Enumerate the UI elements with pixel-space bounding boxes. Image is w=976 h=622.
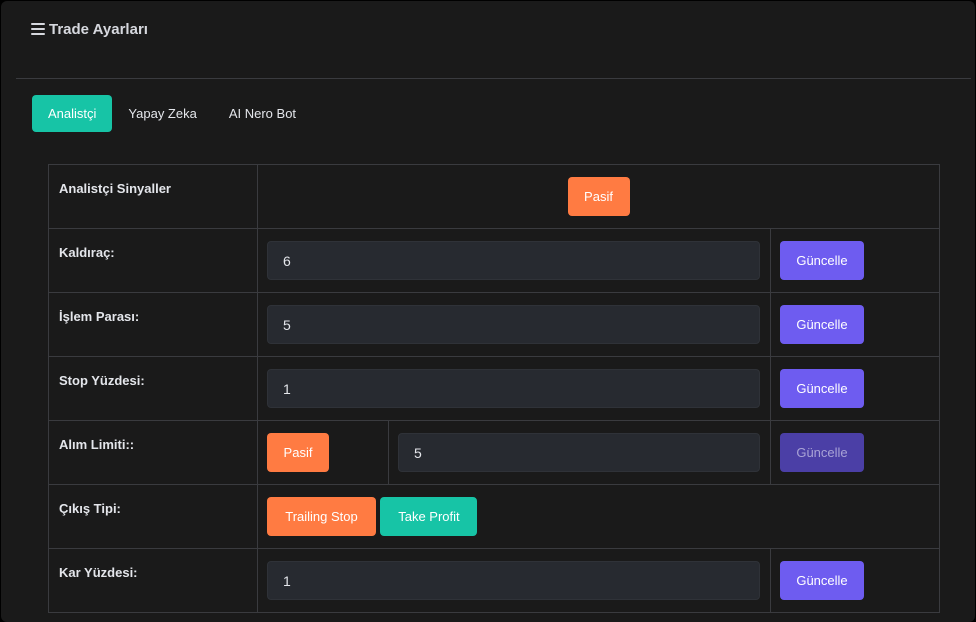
row-label: İşlem Parası: — [48, 292, 258, 357]
buy-limit-update-button[interactable]: Güncelle — [780, 433, 864, 472]
menu-icon[interactable] — [31, 23, 45, 35]
stop-percent-update-button[interactable]: Güncelle — [780, 369, 864, 408]
row-buy-limit: Alım Limiti:: Pasif 5 Güncelle — [48, 420, 940, 485]
page-title: Trade Ayarları — [49, 20, 148, 38]
trailing-stop-button[interactable]: Trailing Stop — [267, 497, 376, 536]
header-divider — [16, 78, 971, 79]
leverage-update-button[interactable]: Güncelle — [780, 241, 864, 280]
tab-analistci[interactable]: Analistçi — [32, 95, 113, 132]
tab-ai-nero-bot[interactable]: AI Nero Bot — [213, 95, 312, 132]
buy-limit-status-button[interactable]: Pasif — [267, 433, 329, 472]
row-leverage: Kaldıraç: 6 Güncelle — [48, 228, 940, 293]
signals-status-button[interactable]: Pasif — [567, 177, 630, 216]
row-stop-percent: Stop Yüzdesi: 1 Güncelle — [48, 356, 940, 421]
page-header: Trade Ayarları — [31, 17, 148, 41]
profit-percent-input[interactable]: 1 — [267, 561, 760, 600]
buy-limit-input[interactable]: 5 — [398, 433, 760, 472]
row-label: Stop Yüzdesi: — [48, 356, 258, 421]
row-exit-type: Çıkış Tipi: Trailing Stop Take Profit — [48, 484, 940, 549]
row-profit-percent: Kar Yüzdesi: 1 Güncelle — [48, 548, 940, 613]
settings-card: Trade Ayarları Analistçi Yapay Zeka AI N… — [1, 1, 975, 622]
row-label: Çıkış Tipi: — [48, 484, 258, 549]
profit-percent-update-button[interactable]: Güncelle — [780, 561, 864, 600]
stop-percent-input[interactable]: 1 — [267, 369, 760, 408]
row-label: Kar Yüzdesi: — [48, 548, 258, 613]
tab-yapay-zeka[interactable]: Yapay Zeka — [112, 95, 212, 132]
take-profit-button[interactable]: Take Profit — [380, 497, 478, 536]
row-trade-amount: İşlem Parası: 5 Güncelle — [48, 292, 940, 357]
trade-amount-update-button[interactable]: Güncelle — [780, 305, 864, 344]
row-label: Kaldıraç: — [48, 228, 258, 293]
leverage-input[interactable]: 6 — [267, 241, 760, 280]
settings-table: Analistçi Sinyaller Pasif Kaldıraç: 6 Gü… — [48, 164, 940, 613]
trade-amount-input[interactable]: 5 — [267, 305, 760, 344]
row-label: Analistçi Sinyaller — [48, 164, 258, 229]
row-label: Alım Limiti:: — [48, 420, 258, 485]
tab-bar: Analistçi Yapay Zeka AI Nero Bot — [32, 95, 312, 132]
row-signals: Analistçi Sinyaller Pasif — [48, 164, 940, 229]
